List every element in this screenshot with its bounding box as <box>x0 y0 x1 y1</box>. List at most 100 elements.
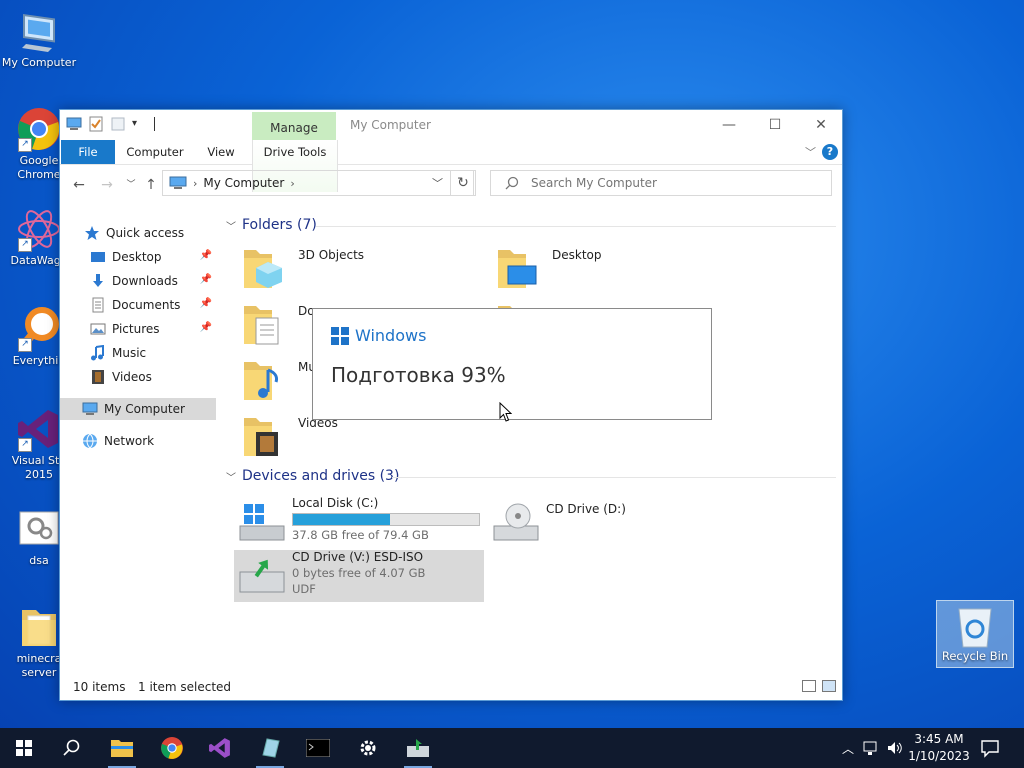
nav-item-downloads[interactable]: Downloads 📌 <box>90 270 216 292</box>
search-box[interactable] <box>490 170 832 196</box>
taskbar-chrome[interactable] <box>148 728 196 768</box>
computer-small-icon[interactable] <box>66 116 82 132</box>
chevron-down-icon: ﹀ <box>226 221 236 233</box>
window-title: My Computer <box>350 118 431 132</box>
customize-toolbar-icon[interactable]: ▾ <box>132 116 148 132</box>
windows-logo-icon <box>16 740 32 756</box>
search-icon <box>63 739 80 756</box>
pin-icon[interactable]: 📌 <box>200 250 212 261</box>
chrome-icon: ↗ <box>16 106 62 152</box>
3d-objects-folder-icon <box>244 250 282 288</box>
group-divider <box>392 477 836 478</box>
clock-time: 3:45 AM <box>914 732 964 746</box>
music-folder-icon <box>244 362 278 400</box>
nav-item-pictures[interactable]: Pictures 📌 <box>90 318 216 340</box>
refresh-button[interactable]: ↻ <box>450 170 476 196</box>
back-arrow-icon[interactable]: ← <box>70 176 88 194</box>
install-icon <box>407 739 429 757</box>
nav-network[interactable]: Network <box>82 430 216 452</box>
setup-progress-text: Подготовка 93% <box>331 363 506 387</box>
taskbar-file-explorer[interactable] <box>98 728 146 768</box>
nav-quick-access[interactable]: Quick access <box>84 222 216 244</box>
nav-item-desktop[interactable]: Desktop 📌 <box>90 246 216 268</box>
notification-icon[interactable] <box>980 738 1000 758</box>
start-button[interactable] <box>0 728 48 768</box>
search-button[interactable] <box>48 728 96 768</box>
taskbar-setup-app[interactable] <box>246 728 294 768</box>
pin-icon[interactable]: 📌 <box>200 298 212 309</box>
shortcut-arrow-icon: ↗ <box>18 138 32 152</box>
maximize-button[interactable]: ☐ <box>752 110 798 140</box>
drive-name: Local Disk (C:) <box>292 496 379 510</box>
new-folder-icon[interactable] <box>110 116 126 132</box>
drive-cd-d[interactable]: CD Drive (D:) <box>488 496 738 548</box>
taskbar-command-prompt[interactable] <box>294 728 342 768</box>
forward-arrow-icon[interactable]: → <box>98 176 116 194</box>
taskbar-clock[interactable]: 3:45 AM 1/10/2023 <box>906 731 972 765</box>
taskbar-visual-studio[interactable] <box>196 728 244 768</box>
breadcrumb-chevron-icon[interactable]: › <box>290 177 294 190</box>
taskbar-settings[interactable] <box>344 728 392 768</box>
cd-drive-icon <box>493 503 539 541</box>
folders-group-header[interactable]: ﹀ Folders (7) <box>226 216 317 234</box>
status-items-count: 10 items <box>73 680 126 694</box>
nav-item-documents[interactable]: Documents 📌 <box>90 294 216 316</box>
pin-icon[interactable]: 📌 <box>200 274 212 285</box>
close-button[interactable]: ✕ <box>798 110 844 140</box>
recycle-bin-icon <box>955 605 995 649</box>
large-icons-view-icon[interactable] <box>822 680 836 692</box>
volume-icon[interactable] <box>886 740 904 756</box>
shortcut-arrow-icon: ↗ <box>18 338 32 352</box>
address-bar[interactable]: › My Computer › ﹀ <box>162 170 474 196</box>
content-pane: ﹀ Folders (7) 3D Objects Desktop Doc Mus… <box>226 214 836 684</box>
minimize-button[interactable]: — <box>706 110 752 140</box>
videos-folder-icon <box>244 418 278 456</box>
star-icon <box>85 226 99 240</box>
chrome-icon <box>161 737 183 759</box>
title-bar[interactable]: ▾ Manage My Computer — ☐ ✕ <box>60 110 844 142</box>
drives-group-header[interactable]: ﹀ Devices and drives (3) <box>226 467 399 485</box>
terminal-icon <box>306 739 330 757</box>
nav-my-computer[interactable]: My Computer <box>60 398 216 420</box>
help-icon[interactable]: ? <box>822 144 838 160</box>
chevron-down-icon[interactable]: ﹀ <box>805 144 816 160</box>
drive-cd-v-esd-iso[interactable]: CD Drive (V:) ESD-ISO 0 bytes free of 4.… <box>234 550 484 602</box>
windows-setup-dialog[interactable]: Windows Подготовка 93% <box>312 308 712 420</box>
drive-local-disk-c[interactable]: Local Disk (C:) 37.8 GB free of 79.4 GB <box>234 496 484 548</box>
windows-drive-icon <box>239 504 285 541</box>
toolbar-divider <box>154 117 155 131</box>
network-icon[interactable] <box>862 740 880 756</box>
nav-item-videos[interactable]: Videos <box>90 366 216 388</box>
view-buttons <box>802 680 836 692</box>
clock-date: 1/10/2023 <box>908 749 970 763</box>
recent-locations-icon[interactable]: ﹀ <box>122 176 140 194</box>
network-icon <box>83 433 97 449</box>
tab-file[interactable]: File <box>61 140 115 164</box>
taskbar-installer[interactable] <box>394 728 442 768</box>
chevron-up-icon[interactable]: ︿ <box>838 740 858 757</box>
nav-item-music[interactable]: Music <box>90 342 216 364</box>
breadcrumb-my-computer[interactable]: My Computer <box>203 176 284 190</box>
drive-free-space: 37.8 GB free of 79.4 GB <box>292 528 429 542</box>
folder-3d-objects[interactable]: 3D Objects <box>242 244 482 294</box>
nav-label: Desktop <box>112 250 162 264</box>
drive-name: CD Drive (V:) ESD-ISO <box>292 550 424 564</box>
desktop-icon-recycle-bin[interactable]: Recycle Bin <box>936 600 1014 668</box>
up-arrow-icon[interactable]: ↑ <box>142 176 160 194</box>
computer-small-icon <box>169 176 187 189</box>
manage-context-tab[interactable]: Manage <box>252 112 336 142</box>
properties-icon[interactable] <box>88 116 104 132</box>
breadcrumb-chevron-icon[interactable]: › <box>193 177 197 190</box>
nav-label: Downloads <box>112 274 178 288</box>
tab-computer[interactable]: Computer <box>122 140 188 164</box>
folder-icon <box>111 740 133 757</box>
details-view-icon[interactable] <box>802 680 816 692</box>
address-dropdown-icon[interactable]: ﹀ <box>432 175 443 191</box>
folder-desktop[interactable]: Desktop <box>496 244 736 294</box>
search-app-icon: ↗ <box>16 306 62 352</box>
search-input[interactable] <box>529 175 813 191</box>
pin-icon[interactable]: 📌 <box>200 322 212 333</box>
desktop-icon-my-computer[interactable]: My Computer <box>0 8 78 70</box>
tab-view[interactable]: View <box>200 140 242 164</box>
visual-studio-icon <box>209 738 230 758</box>
